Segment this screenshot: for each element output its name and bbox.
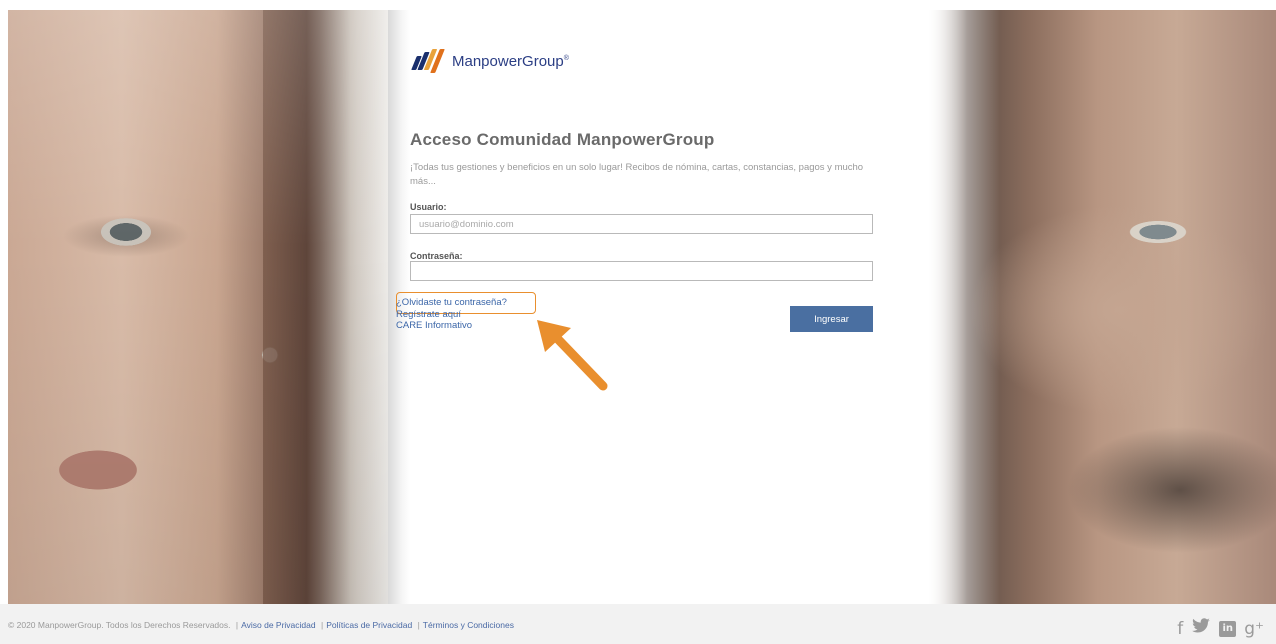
login-panel: ManpowerGroup® Acceso Comunidad Manpower… — [396, 10, 880, 604]
username-label: Usuario: — [410, 202, 447, 212]
submit-button[interactable]: Ingresar — [790, 306, 873, 332]
footer-link-privacy-notice[interactable]: Aviso de Privacidad — [241, 620, 316, 630]
google-plus-icon[interactable]: g⁺ — [1244, 619, 1264, 639]
brand-logo[interactable]: ManpowerGroup® — [410, 46, 569, 76]
forgot-password-link[interactable]: ¿Olvidaste tu contraseña? — [396, 297, 507, 309]
footer-link-terms[interactable]: Términos y Condiciones — [423, 620, 514, 630]
footer: © 2020 ManpowerGroup. Todos los Derechos… — [0, 604, 1276, 644]
facebook-icon[interactable]: f — [1177, 619, 1183, 639]
password-label: Contraseña: — [410, 251, 463, 261]
arrow-up-left-icon — [537, 320, 608, 391]
care-info-link[interactable]: CARE Informativo — [396, 320, 507, 332]
username-input[interactable] — [410, 214, 873, 234]
register-link[interactable]: Regístrate aquí — [396, 309, 507, 321]
social-links: f in g⁺ — [1177, 618, 1264, 639]
page-background: ManpowerGroup® Acceso Comunidad Manpower… — [0, 0, 1276, 604]
footer-link-privacy-policies[interactable]: Políticas de Privacidad — [326, 620, 412, 630]
password-input[interactable] — [410, 261, 873, 281]
twitter-icon[interactable] — [1191, 618, 1211, 639]
man-portrait-image — [880, 10, 1276, 604]
linkedin-icon[interactable]: in — [1219, 620, 1237, 637]
manpower-logo-icon — [410, 48, 446, 74]
page-title: Acceso Comunidad ManpowerGroup — [410, 130, 715, 149]
auth-links: ¿Olvidaste tu contraseña? Regístrate aqu… — [396, 297, 507, 332]
woman-portrait-image — [8, 10, 388, 604]
footer-copyright-bar: © 2020 ManpowerGroup. Todos los Derechos… — [8, 620, 514, 630]
brand-name: ManpowerGroup® — [452, 52, 569, 70]
copyright-text: © 2020 ManpowerGroup. Todos los Derechos… — [8, 620, 231, 630]
page-subtitle: ¡Todas tus gestiones y beneficios en un … — [410, 162, 864, 187]
